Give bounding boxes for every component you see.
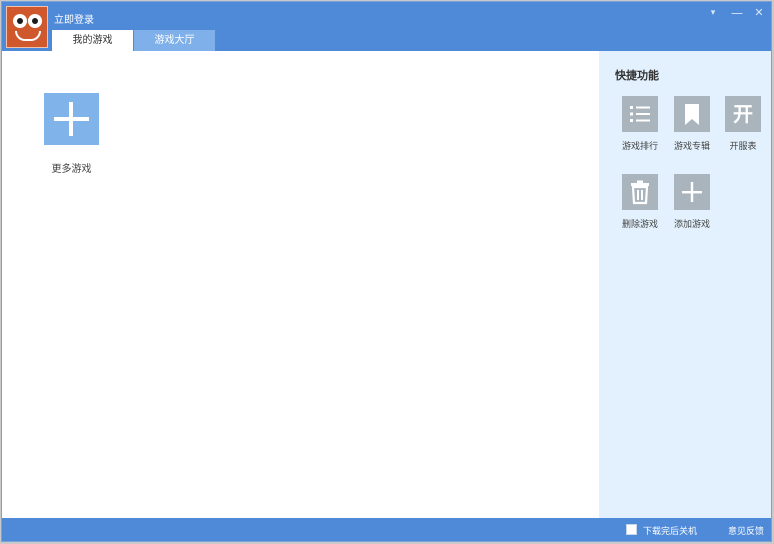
avatar-mouth bbox=[15, 31, 41, 41]
smiley-face-icon[interactable] bbox=[6, 6, 48, 48]
more-games-button[interactable] bbox=[44, 93, 99, 145]
chevron-down-icon[interactable]: ▾ bbox=[705, 6, 721, 20]
tab-game-lobby[interactable]: 游戏大厅 bbox=[134, 30, 215, 51]
more-games-label[interactable]: 更多游戏 bbox=[40, 160, 103, 175]
app-window: 立即登录 我的游戏 游戏大厅 ▾ — ✕ 更多游戏 快捷功能 游戏排行 游戏专辑… bbox=[1, 1, 772, 542]
quick-item-label: 开服表 bbox=[729, 142, 757, 152]
bookmark-icon bbox=[674, 96, 710, 132]
close-icon[interactable]: ✕ bbox=[751, 6, 767, 20]
feedback-link[interactable]: 意见反馈 bbox=[728, 524, 764, 537]
status-bar: 下载完后关机 意见反馈 bbox=[2, 518, 771, 541]
quick-functions-panel: 快捷功能 游戏排行 游戏专辑 开 开服表 删除游戏 添加游戏 bbox=[599, 51, 771, 518]
avatar-right-eye bbox=[28, 14, 42, 28]
quick-item-label: 添加游戏 bbox=[673, 220, 710, 230]
plus-icon bbox=[674, 174, 710, 210]
minimize-icon[interactable]: — bbox=[729, 6, 745, 20]
tab-my-games[interactable]: 我的游戏 bbox=[52, 30, 133, 51]
trash-icon bbox=[622, 174, 658, 210]
shutdown-after-download-label[interactable]: 下载完后关机 bbox=[643, 524, 697, 537]
quick-functions-title: 快捷功能 bbox=[615, 69, 659, 82]
quick-item-label: 删除游戏 bbox=[621, 220, 658, 230]
login-link[interactable]: 立即登录 bbox=[54, 11, 94, 26]
kai-character-icon: 开 bbox=[725, 96, 761, 132]
quick-item-label: 游戏排行 bbox=[621, 142, 658, 152]
kai-glyph: 开 bbox=[733, 102, 753, 126]
shutdown-after-download-checkbox[interactable] bbox=[626, 524, 637, 535]
avatar-left-eye bbox=[13, 14, 27, 28]
list-icon bbox=[622, 96, 658, 132]
title-bar: 立即登录 我的游戏 游戏大厅 ▾ — ✕ bbox=[2, 2, 771, 51]
avatar-right-pupil bbox=[32, 18, 38, 24]
avatar-left-pupil bbox=[17, 18, 23, 24]
plus-icon-vertical bbox=[69, 102, 73, 136]
